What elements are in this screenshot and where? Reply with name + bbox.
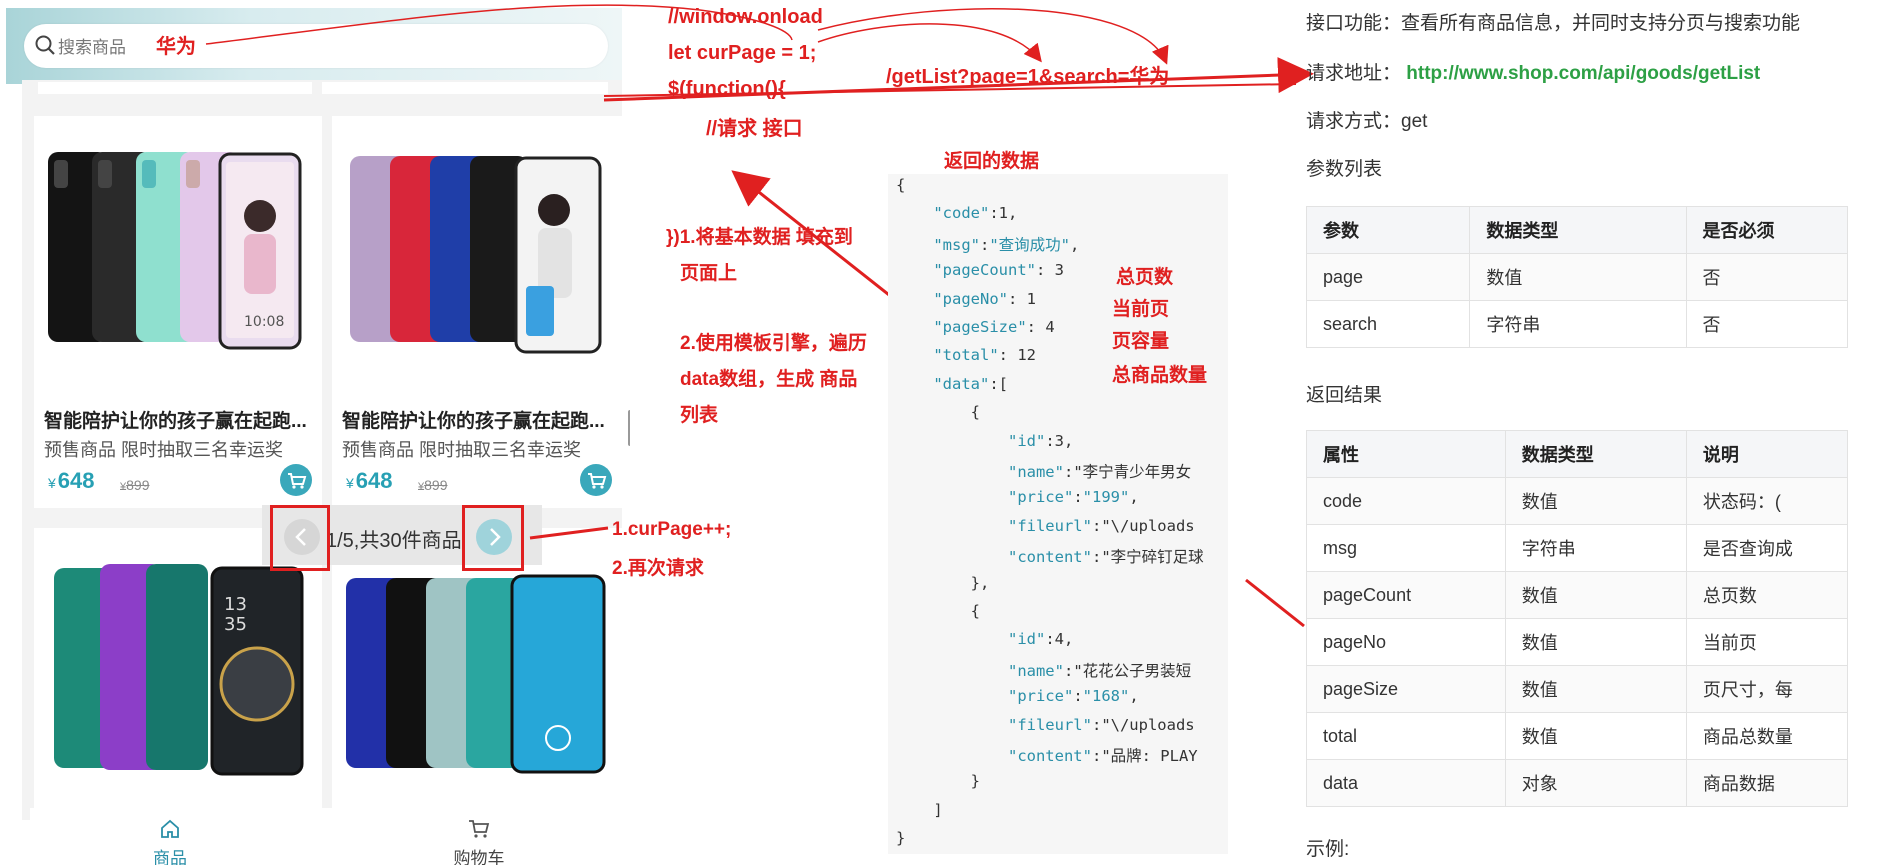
table-cell: 对象 (1504, 759, 1687, 807)
table-cell: pageCount (1306, 571, 1506, 619)
json-line: "data":[ (933, 374, 1008, 393)
table-cell: 数值 (1469, 253, 1687, 301)
table-cell: 数值 (1504, 618, 1687, 666)
table-row: total 数值 商品总数量 (1306, 712, 1848, 760)
json-line: "pageCount": 3 (933, 261, 1064, 280)
table-row: data 对象 商品数据 (1306, 759, 1848, 807)
table-cell: search (1305, 300, 1471, 348)
col-header: 数据类型 (1504, 430, 1687, 478)
json-line: "pageNo": 1 (933, 289, 1036, 308)
col-header: 说明 (1685, 430, 1848, 478)
table-cell: data (1306, 759, 1506, 807)
json-line: { (896, 602, 980, 620)
table-cell: 状态码：( (1685, 477, 1848, 525)
json-line: "pageSize": 4 (933, 318, 1055, 336)
json-line: ] (896, 800, 943, 819)
col-header: 数据类型 (1469, 206, 1687, 254)
table-row: code 数值 状态码：( (1306, 477, 1848, 525)
table-cell: page (1305, 253, 1471, 301)
json-line: { (896, 176, 906, 194)
table-cell: 数值 (1504, 665, 1687, 713)
table-cell: pageSize (1306, 665, 1506, 713)
col-header: 是否必须 (1685, 206, 1848, 254)
json-line: "id":3, (1007, 431, 1074, 450)
table-row: pageNo 数值 当前页 (1306, 618, 1848, 666)
table-row: pageSize 数值 页尺寸，每 (1306, 665, 1848, 713)
table-cell: 当前页 (1685, 618, 1848, 666)
table-cell: code (1306, 477, 1506, 525)
table-cell: 总页数 (1685, 571, 1848, 619)
col-header: 参数 (1305, 206, 1471, 254)
table-cell: 数值 (1504, 571, 1687, 619)
table-cell: 否 (1685, 253, 1848, 301)
table-cell: total (1306, 712, 1506, 760)
table-cell: pageNo (1306, 618, 1506, 666)
json-line: "content":"李宁碎钉足球 (1007, 548, 1204, 567)
table-cell: 是否查询成 (1685, 524, 1848, 572)
table-cell: 字符串 (1469, 300, 1687, 348)
json-line: "name":"李宁青少年男女 (1007, 463, 1192, 481)
params-table: 参数 数据类型 是否必须 page 数值否 search 字符串否 (1305, 206, 1848, 348)
json-line: }, (896, 573, 990, 592)
table-cell: 数值 (1504, 712, 1687, 760)
table-cell: 字符串 (1504, 524, 1687, 572)
table-cell: 页尺寸，每 (1685, 665, 1848, 713)
table-cell: 商品数据 (1685, 759, 1848, 807)
json-line: "code":1, (933, 204, 1018, 223)
json-line: "content":"品牌: PLAY (1007, 747, 1198, 765)
json-line: "fileurl":"\/uploads (1007, 715, 1195, 734)
json-line: } (896, 829, 906, 848)
result-table: 属性 数据类型 说明 code 数值 状态码：(msg 字符串 是否查询成 pageCou… (1306, 430, 1848, 807)
api-tables: 参数 数据类型 是否必须 page 数值否 search 字符串否 属性 数据类型 说… (1296, 0, 1848, 865)
json-line: "fileurl":"\/uploads (1007, 516, 1195, 535)
table-row: search 字符串否 (1305, 300, 1848, 348)
table-cell: 否 (1685, 300, 1848, 348)
field-note-pageno: 当前页 (1112, 299, 1170, 320)
json-line: "id":4, (1007, 630, 1074, 649)
field-note-total: 总商品数量 (1112, 365, 1208, 386)
field-note-pagecount: 总页数 (1116, 267, 1174, 288)
json-line: } (896, 772, 980, 791)
json-line: { (896, 403, 980, 422)
table-cell: 数值 (1504, 477, 1687, 525)
table-cell: 商品总数量 (1685, 712, 1848, 760)
field-note-pagesize: 页容量 (1112, 331, 1170, 352)
col-header: 属性 (1306, 430, 1506, 478)
json-line: "name":"花花公子男装短 (1007, 661, 1192, 680)
table-row: pageCount 数值 总页数 (1306, 571, 1848, 619)
json-line: "total": 12 (933, 346, 1036, 365)
json-line: "msg":"查询成功", (933, 235, 1080, 254)
json-line: "price":"168", (1007, 687, 1139, 706)
table-cell: msg (1306, 524, 1506, 572)
json-line: "price":"199", (1007, 488, 1139, 507)
table-row: msg 字符串 是否查询成 (1306, 524, 1848, 572)
table-row: page 数值否 (1305, 253, 1848, 301)
